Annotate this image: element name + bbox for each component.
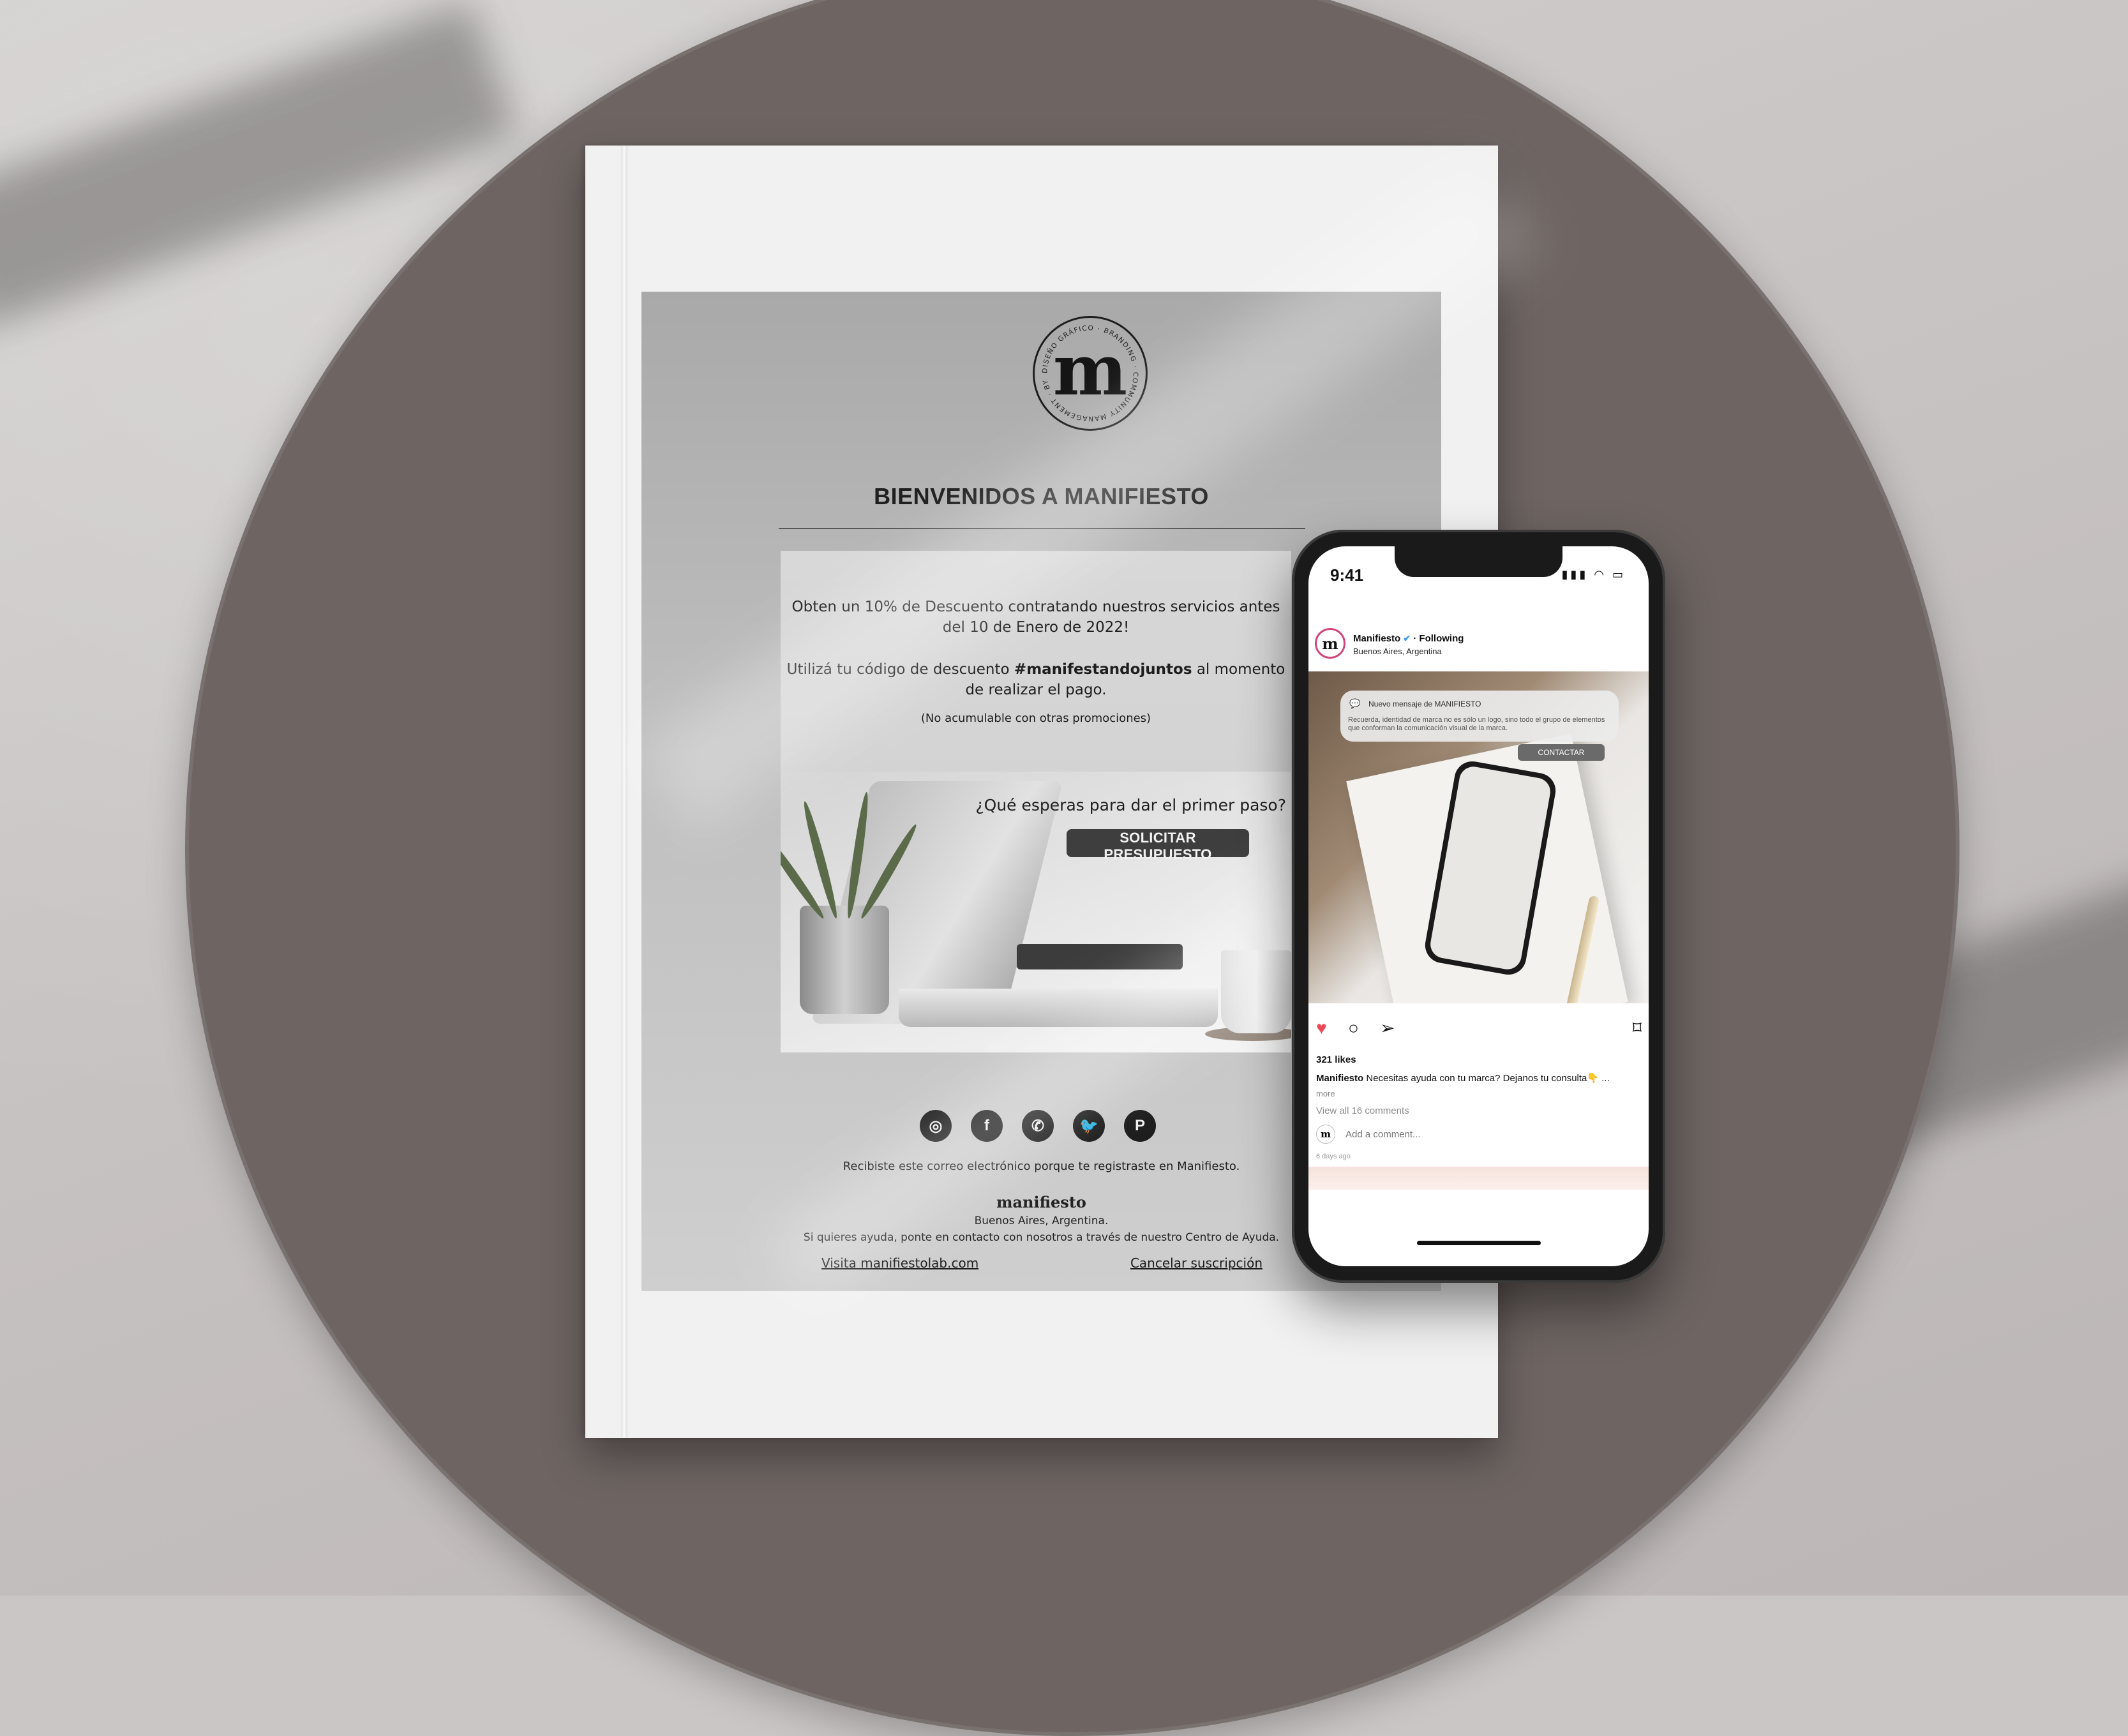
phone-notch [1395,546,1562,577]
signal-icon: ▮▮▮ [1561,568,1589,581]
post-actions: ♥ ○ ➢ ⌑ [1316,1017,1642,1039]
add-comment-input[interactable] [1344,1128,1538,1141]
phone-screen: 9:41 ▮▮▮ ◠ ▭ m Manifiesto ✔ · Following … [1308,546,1649,1266]
post-image[interactable]: 💬 Nuevo mensaje de MANIFIESTO Recuerda, … [1308,671,1649,1003]
following-label[interactable]: · Following [1413,633,1464,644]
unsubscribe-link[interactable]: Cancelar suscripción [1130,1255,1263,1271]
view-comments-link[interactable]: View all 16 comments [1316,1105,1409,1116]
hero-question: ¿Qué esperas para dar el primer paso? [975,796,1286,814]
status-icons: ▮▮▮ ◠ ▭ [1562,568,1626,581]
home-indicator[interactable] [1417,1241,1541,1245]
notification-body: Recuerda, identidad de marca no es sólo … [1348,716,1605,732]
battery-icon: ▭ [1612,568,1626,581]
share-icon[interactable]: ➢ [1380,1017,1395,1039]
wifi-icon: ◠ [1594,568,1607,581]
promo-code: #manifestandojuntos [1014,661,1192,678]
likes-count[interactable]: 321 likes [1316,1054,1356,1065]
magazine-spine [621,146,627,1438]
next-post-preview [1308,1167,1649,1190]
twitter-icon[interactable]: 🐦 [1073,1110,1105,1142]
plant-pot [800,906,889,1014]
profile-avatar[interactable]: m [1315,628,1345,659]
post-timestamp: 6 days ago [1316,1153,1351,1160]
comment-icon[interactable]: ○ [1348,1017,1359,1039]
notification-title: Nuevo mensaje de MANIFIESTO [1368,700,1481,708]
contact-button[interactable]: CONTACTAR [1518,744,1605,761]
commenter-avatar: m [1316,1125,1335,1144]
post-header: Manifiesto ✔ · Following [1353,633,1464,644]
request-quote-button[interactable]: SOLICITAR PRESUPUESTO [1067,829,1249,862]
pinterest-icon[interactable]: P [1124,1110,1156,1142]
notification-card: 💬 Nuevo mensaje de MANIFIESTO Recuerda, … [1340,691,1619,742]
account-name[interactable]: Manifiesto [1353,633,1400,644]
post-caption: Manifiesto Necesitas ayuda con tu marca?… [1316,1073,1610,1084]
status-time: 9:41 [1330,565,1364,585]
more-link[interactable]: more [1316,1089,1335,1098]
verified-badge-icon: ✔ [1403,633,1411,643]
like-heart-icon[interactable]: ♥ [1316,1017,1327,1039]
message-icon: 💬 [1349,698,1361,708]
bookmark-icon[interactable]: ⌑ [1633,1017,1642,1039]
post-location[interactable]: Buenos Aires, Argentina [1353,647,1442,656]
smartphone: 9:41 ▮▮▮ ◠ ▭ m Manifiesto ✔ · Following … [1292,530,1665,1283]
